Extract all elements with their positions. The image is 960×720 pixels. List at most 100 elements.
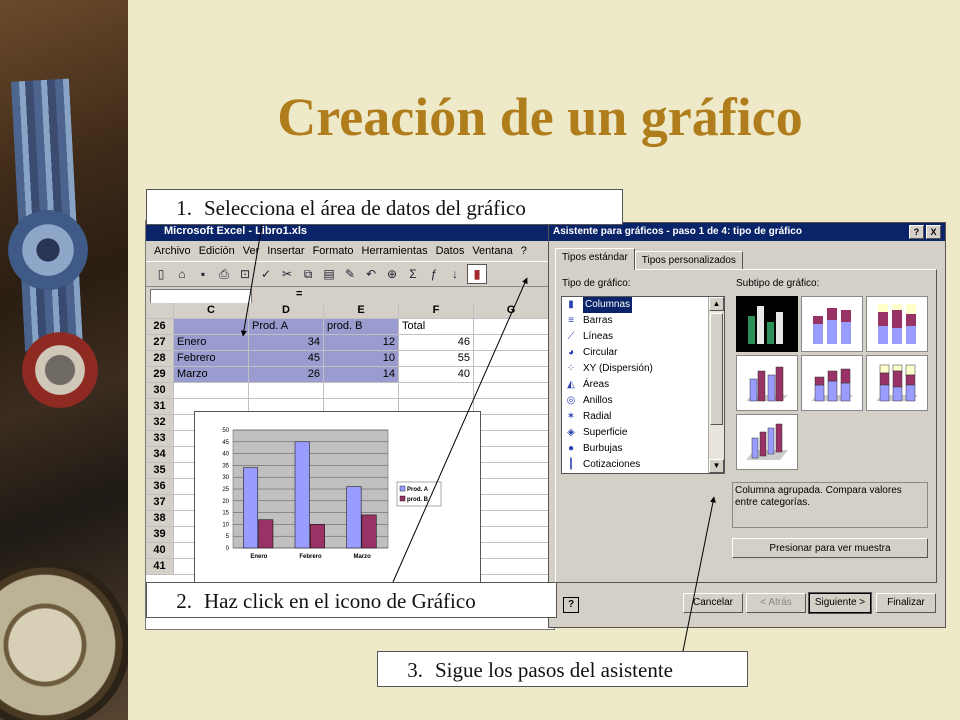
row-header[interactable]: 38 (146, 511, 174, 527)
chart-type-list[interactable]: ▲ ▼ ▮ Columnas ≡ Barras ⟋ Líneas ◕ Circular ⁘ XY … (561, 296, 725, 474)
undo-icon[interactable]: ↶ (362, 265, 380, 283)
sheet-cell[interactable] (474, 559, 549, 575)
menu-item[interactable]: Insertar (267, 241, 304, 261)
sheet-cell[interactable] (474, 335, 549, 351)
spell-icon[interactable]: ✓ (257, 265, 275, 283)
sheet-cell[interactable]: 26 (249, 367, 324, 383)
autosum-icon[interactable]: Σ (404, 265, 422, 283)
sheet-cell[interactable]: 40 (399, 367, 474, 383)
sheet-cell[interactable] (474, 319, 549, 335)
cut-icon[interactable]: ✂ (278, 265, 296, 283)
select-all-corner[interactable] (146, 303, 174, 319)
sheet-cell[interactable]: 10 (324, 351, 399, 367)
chart-type-item[interactable]: ● Burbujas (562, 441, 724, 457)
menu-item[interactable]: Formato (313, 241, 354, 261)
sheet-cell[interactable]: 12 (324, 335, 399, 351)
tab-custom-types[interactable]: Tipos personalizados (634, 251, 743, 270)
menu-item[interactable]: Datos (436, 241, 465, 261)
cancel-button[interactable]: Cancelar (683, 593, 743, 613)
sheet-cell[interactable] (174, 319, 249, 335)
column-header[interactable]: C (174, 303, 249, 319)
chart-wizard-icon[interactable]: ▮ (467, 264, 487, 284)
name-box[interactable] (150, 289, 252, 304)
sheet-cell[interactable] (474, 463, 549, 479)
sheet-cell[interactable] (474, 527, 549, 543)
sheet-cell[interactable] (324, 383, 399, 399)
paste-icon[interactable]: ▤ (320, 265, 338, 283)
sheet-cell[interactable] (399, 383, 474, 399)
wizard-close-button[interactable]: X (926, 225, 941, 239)
function-icon[interactable]: ƒ (425, 265, 443, 283)
next-button[interactable]: Siguiente > (808, 592, 872, 614)
chart-type-item[interactable]: ◕ Circular (562, 345, 724, 361)
scroll-thumb[interactable] (710, 313, 723, 425)
print-icon[interactable]: ⎙ (215, 265, 233, 283)
subtype-3d-clustered-column[interactable] (736, 355, 798, 411)
row-header[interactable]: 35 (146, 463, 174, 479)
chart-type-item[interactable]: ┃ Cotizaciones (562, 457, 724, 473)
sheet-cell[interactable]: 55 (399, 351, 474, 367)
sheet-cell[interactable]: 14 (324, 367, 399, 383)
column-header[interactable]: E (324, 303, 399, 319)
sheet-cell[interactable]: Febrero (174, 351, 249, 367)
subtype-stacked-column[interactable] (801, 296, 863, 352)
menu-item[interactable]: Herramientas (362, 241, 428, 261)
row-header[interactable]: 28 (146, 351, 174, 367)
sheet-cell[interactable]: Prod. A (249, 319, 324, 335)
sheet-cell[interactable] (474, 399, 549, 415)
sheet-cell[interactable]: Total (399, 319, 474, 335)
open-icon[interactable]: ⌂ (173, 265, 191, 283)
sheet-cell[interactable] (474, 511, 549, 527)
scroll-up-button[interactable]: ▲ (709, 297, 724, 311)
chart-type-item[interactable]: ◎ Anillos (562, 393, 724, 409)
row-header[interactable]: 26 (146, 319, 174, 335)
menu-item[interactable]: Ventana (472, 241, 512, 261)
row-header[interactable]: 40 (146, 543, 174, 559)
subtype-3d-column[interactable] (736, 414, 798, 470)
wizard-help-button[interactable]: ? (909, 225, 924, 239)
sheet-cell[interactable] (474, 431, 549, 447)
sheet-cell[interactable] (249, 383, 324, 399)
row-header[interactable]: 31 (146, 399, 174, 415)
sheet-cell[interactable]: Marzo (174, 367, 249, 383)
menu-item[interactable]: Ver (243, 241, 260, 261)
sheet-cell[interactable] (474, 495, 549, 511)
finish-button[interactable]: Finalizar (876, 593, 936, 613)
menu-item[interactable]: ? (521, 241, 527, 261)
hyperlink-icon[interactable]: ⊕ (383, 265, 401, 283)
sheet-cell[interactable] (174, 383, 249, 399)
sheet-cell[interactable] (474, 543, 549, 559)
row-header[interactable]: 41 (146, 559, 174, 575)
chart-type-item[interactable]: ◭ Áreas (562, 377, 724, 393)
copy-icon[interactable]: ⧉ (299, 265, 317, 283)
preview-icon[interactable]: ⊡ (236, 265, 254, 283)
sheet-cell[interactable] (474, 415, 549, 431)
sheet-cell[interactable] (474, 351, 549, 367)
subtype-clustered-column[interactable] (736, 296, 798, 352)
sheet-cell[interactable] (474, 367, 549, 383)
row-header[interactable]: 34 (146, 447, 174, 463)
press-to-preview-button[interactable]: Presionar para ver muestra (732, 538, 928, 558)
chart-type-item[interactable]: ⟋ Líneas (562, 329, 724, 345)
type-list-scrollbar[interactable]: ▲ ▼ (708, 297, 724, 473)
row-header[interactable]: 30 (146, 383, 174, 399)
row-header[interactable]: 29 (146, 367, 174, 383)
column-header[interactable]: G (474, 303, 549, 319)
menu-item[interactable]: Edición (199, 241, 235, 261)
row-header[interactable]: 27 (146, 335, 174, 351)
chart-type-item[interactable]: ✶ Radial (562, 409, 724, 425)
back-button[interactable]: < Atrás (746, 593, 806, 613)
subtype-3d-stacked-column[interactable] (801, 355, 863, 411)
sheet-cell[interactable]: prod. B (324, 319, 399, 335)
row-header[interactable]: 39 (146, 527, 174, 543)
menu-item[interactable]: Archivo (154, 241, 191, 261)
column-header[interactable]: F (399, 303, 474, 319)
column-header[interactable]: D (249, 303, 324, 319)
sort-icon[interactable]: ↓ (446, 265, 464, 283)
save-icon[interactable]: ▪ (194, 265, 212, 283)
chart-type-item[interactable]: ◈ Superficie (562, 425, 724, 441)
sheet-cell[interactable]: 46 (399, 335, 474, 351)
help-icon[interactable]: ? (563, 597, 579, 613)
sheet-cell[interactable] (474, 447, 549, 463)
new-icon[interactable]: ▯ (152, 265, 170, 283)
